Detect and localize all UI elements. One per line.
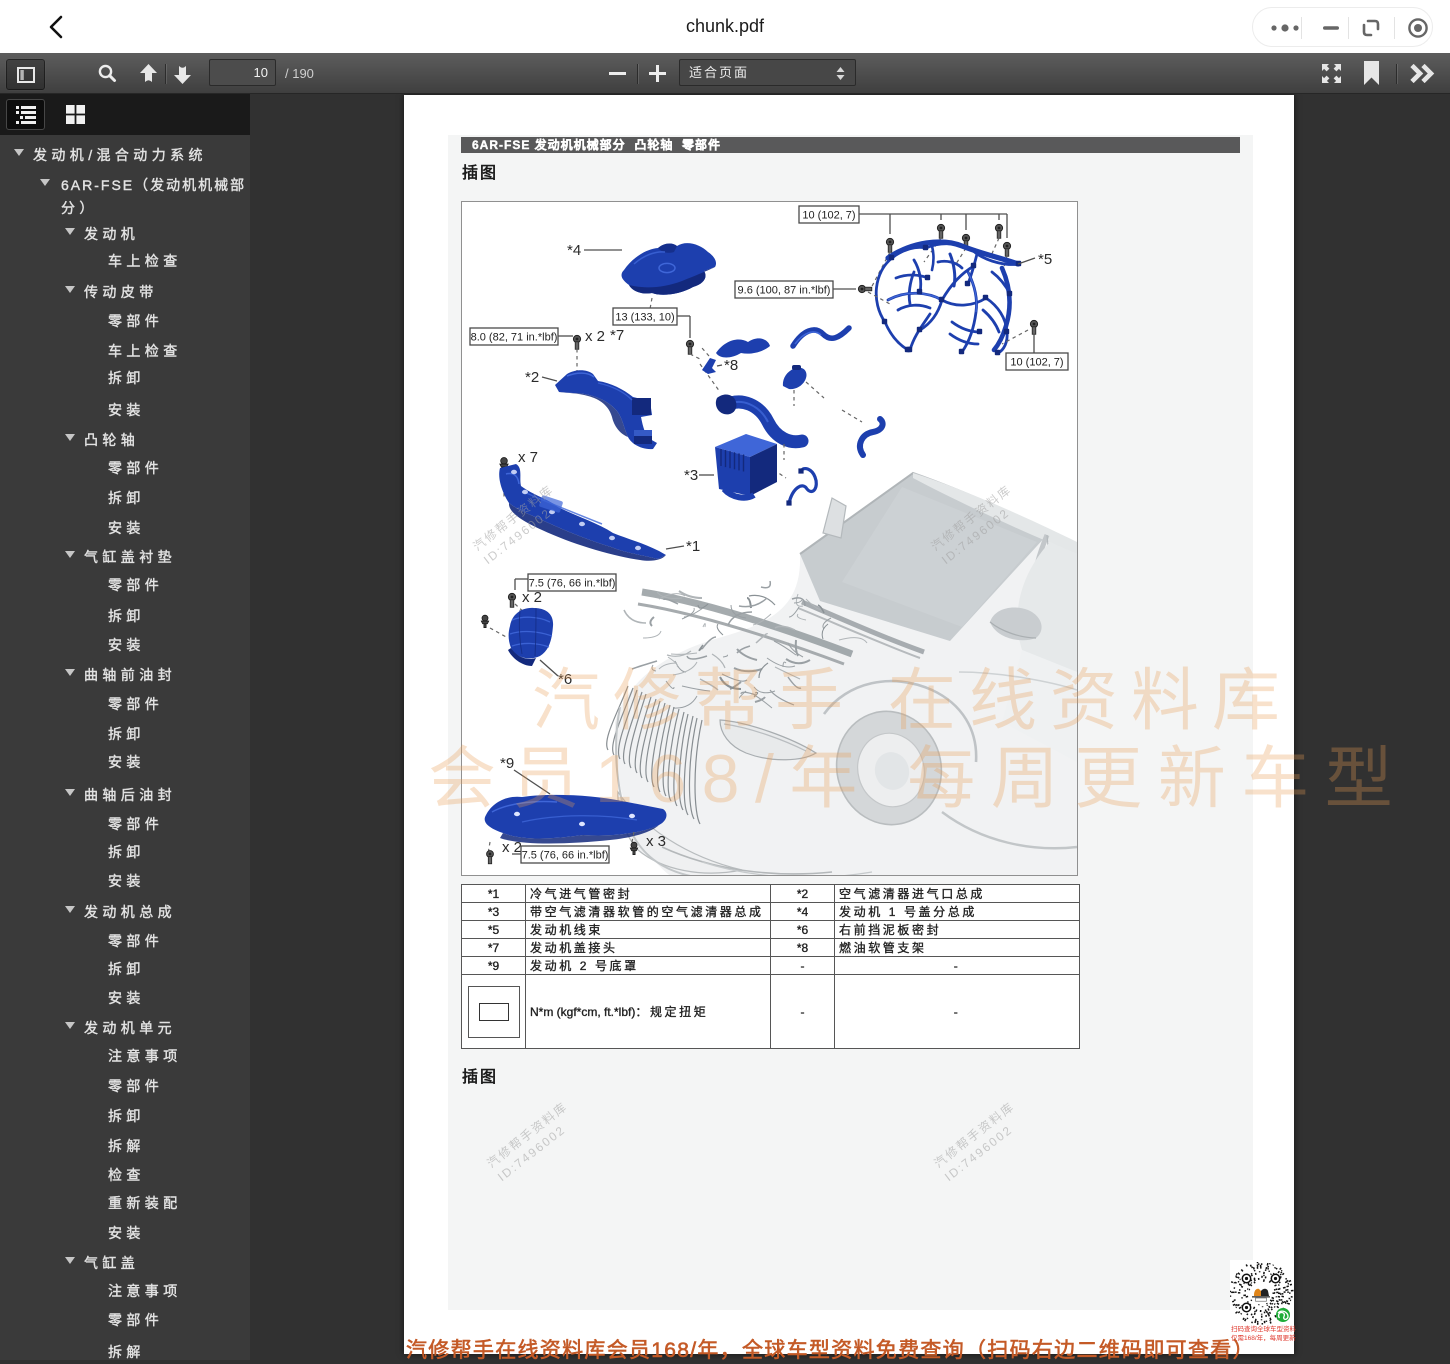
svg-text:9.6 (100, 87 in.*lbf): 9.6 (100, 87 in.*lbf) [738, 285, 831, 297]
svg-text:*5: *5 [1038, 251, 1052, 268]
svg-text:*3: *3 [684, 467, 698, 484]
svg-text:10 (102, 7): 10 (102, 7) [802, 210, 855, 222]
svg-text:x 3: x 3 [646, 833, 666, 850]
svg-text:7.5 (76, 66 in.*lbf): 7.5 (76, 66 in.*lbf) [529, 578, 616, 590]
svg-text:x 7: x 7 [518, 449, 538, 466]
svg-text:*4: *4 [567, 242, 581, 259]
svg-text:*2: *2 [525, 369, 539, 386]
svg-text:7.5 (76, 66 in.*lbf): 7.5 (76, 66 in.*lbf) [522, 850, 609, 862]
svg-text:*1: *1 [686, 538, 700, 555]
svg-text:*8: *8 [724, 357, 738, 374]
svg-text:x 2: x 2 [585, 328, 605, 345]
svg-text:13 (133, 10): 13 (133, 10) [615, 312, 674, 324]
svg-text:10 (102, 7): 10 (102, 7) [1010, 357, 1063, 369]
svg-text:*7: *7 [610, 327, 624, 344]
svg-text:8.0 (82, 71 in.*lbf): 8.0 (82, 71 in.*lbf) [471, 332, 558, 344]
svg-text:x 2: x 2 [522, 589, 542, 606]
